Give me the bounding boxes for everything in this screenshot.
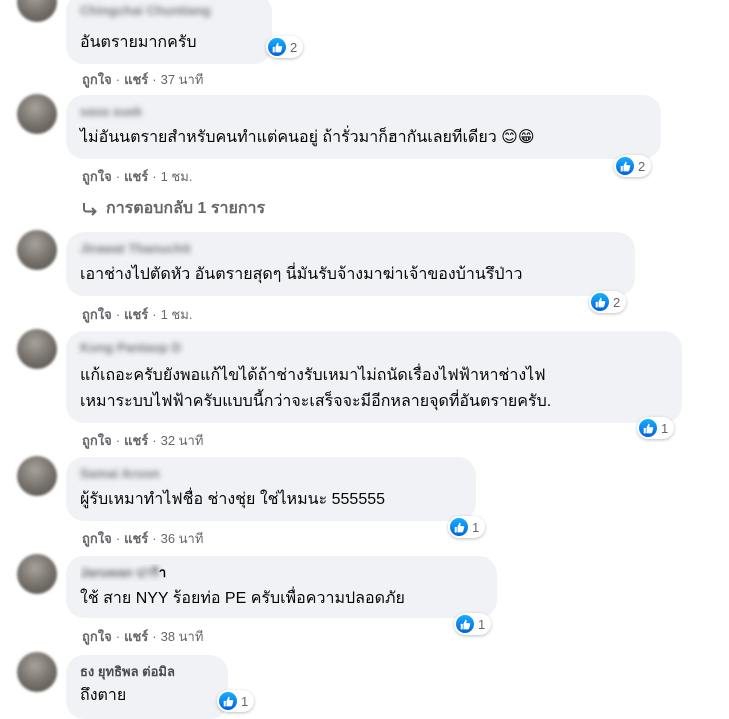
avatar[interactable] — [17, 94, 57, 134]
comment-time[interactable]: 36 นาที — [161, 531, 204, 546]
reaction-number: 1 — [661, 420, 669, 436]
avatar[interactable] — [17, 652, 57, 692]
comment-actions: ถูกใจ · แชร์ · 1 ชม. — [82, 166, 192, 187]
comment-time[interactable]: 38 นาที — [161, 629, 204, 644]
reaction-number: 1 — [241, 693, 249, 709]
comment-text: แก้เถอะครับยังพอแก้ไขได้ถ้าช่างรับเหมาไม… — [80, 367, 552, 410]
comment-bubble: Samai Aroon ผู้รับเหมาทำไฟชื่อ ช่างชุ่ย … — [66, 457, 476, 521]
comment-author[interactable]: Jaruwan ปาริา — [80, 564, 483, 582]
like-action[interactable]: ถูกใจ — [82, 72, 112, 87]
author-name-visible: า — [158, 565, 167, 580]
like-reaction-icon — [591, 293, 609, 311]
reaction-count[interactable]: 2 — [266, 36, 304, 58]
avatar[interactable] — [17, 456, 57, 496]
like-reaction-icon — [639, 419, 657, 437]
reaction-count[interactable]: 2 — [589, 291, 627, 313]
like-action[interactable]: ถูกใจ — [82, 629, 112, 644]
comment-actions: ถูกใจ · แชร์ · 32 นาที — [82, 430, 203, 451]
reaction-count[interactable]: 2 — [614, 155, 652, 177]
smile-emoji: 😊 — [501, 129, 518, 146]
like-action[interactable]: ถูกใจ — [82, 307, 112, 322]
reply-arrow-icon — [83, 202, 97, 216]
author-name: ธง ยุทธิพล ต่อมิล — [80, 664, 175, 679]
reaction-number: 2 — [613, 294, 621, 310]
comment-author[interactable]: ธง ยุทธิพล ต่อมิล — [80, 663, 214, 681]
comment-text: ไม่อันนตรายสำหรับคนทำแต่คนอยู่ ถ้ารั่วมา… — [80, 125, 647, 151]
comment-author[interactable]: Samai Aroon — [80, 465, 462, 483]
like-reaction-icon — [450, 518, 468, 536]
comment-time[interactable]: 32 นาที — [161, 433, 204, 448]
author-name-hidden: Jaruwan ปาริ — [80, 565, 159, 580]
reaction-number: 2 — [290, 39, 298, 55]
comment-author[interactable]: Jirawat Thanuchit — [80, 240, 621, 258]
separator: · — [115, 307, 121, 322]
comment-actions: ถูกใจ · แชร์ · 37 นาที — [82, 69, 203, 90]
separator: · — [152, 307, 157, 322]
reaction-count[interactable]: 1 — [217, 690, 255, 712]
avatar[interactable] — [17, 554, 57, 594]
comment-actions: ถูกใจ · แชร์ · 36 นาที — [82, 528, 203, 549]
view-replies-link[interactable]: การตอบกลับ 1 รายการ — [82, 196, 265, 221]
comment-text: ถึงตาย — [80, 687, 127, 704]
comment-bubble: Jirawat Thanuchit เอาช่างไปตัดหัว อันตรา… — [66, 232, 635, 296]
comment-time[interactable]: 1 ชม. — [161, 169, 193, 184]
replies-label: การตอบกลับ 1 รายการ — [106, 200, 266, 217]
comment-text: เอาช่างไปตัดหัว อันตรายสุดๆ นี่มันรับจ้า… — [80, 266, 523, 283]
comment-text: ผู้รับเหมาทำไฟชื่อ ช่างชุ่ย ใช่ไหมนะ 555… — [80, 491, 386, 508]
comment-text: ใช้ สาย NYY ร้อยท่อ PE ครับเพื่อความปลอด… — [80, 590, 405, 607]
comment-author[interactable]: Kong Pantaop D — [80, 339, 668, 357]
comment-time[interactable]: 37 นาที — [161, 72, 204, 87]
like-action[interactable]: ถูกใจ — [82, 433, 112, 448]
like-action[interactable]: ถูกใจ — [82, 531, 112, 546]
reaction-count[interactable]: 1 — [637, 417, 675, 439]
comment-text-body: ไม่อันนตรายสำหรับคนทำแต่คนอยู่ ถ้ารั่วมา… — [80, 129, 502, 146]
avatar[interactable] — [17, 230, 57, 270]
separator: · — [115, 531, 121, 546]
comment-bubble: ธง ยุทธิพล ต่อมิล ถึงตาย — [66, 655, 228, 719]
share-action[interactable]: แชร์ — [124, 531, 148, 546]
reaction-number: 1 — [472, 519, 480, 535]
share-action[interactable]: แชร์ — [124, 307, 148, 322]
separator: · — [115, 72, 121, 87]
share-action[interactable]: แชร์ — [124, 433, 148, 448]
reaction-count[interactable]: 1 — [448, 516, 486, 538]
comment-text: อันตรายมากครับ — [80, 34, 197, 51]
avatar[interactable] — [17, 329, 57, 369]
separator: · — [115, 629, 121, 644]
like-reaction-icon — [219, 692, 237, 710]
separator: · — [115, 169, 121, 184]
comment-bubble: Kong Pantaop D แก้เถอะครับยังพอแก้ไขได้ถ… — [66, 331, 682, 423]
comment-time[interactable]: 1 ชม. — [161, 307, 193, 322]
separator: · — [115, 433, 121, 448]
like-reaction-icon — [616, 157, 634, 175]
separator: · — [152, 629, 157, 644]
separator: · — [152, 72, 157, 87]
like-reaction-icon — [456, 615, 474, 633]
avatar[interactable] — [17, 0, 57, 22]
separator: · — [152, 531, 157, 546]
reaction-number: 2 — [638, 158, 646, 174]
share-action[interactable]: แชร์ — [124, 169, 148, 184]
share-action[interactable]: แชร์ — [124, 629, 148, 644]
separator: · — [152, 169, 157, 184]
comment-author[interactable]: sasa suek — [80, 103, 647, 121]
reaction-number: 1 — [478, 616, 486, 632]
comment-bubble: Chingchai Chuntiang อันตรายมากครับ — [66, 0, 272, 64]
share-action[interactable]: แชร์ — [124, 72, 148, 87]
reaction-count[interactable]: 1 — [454, 613, 492, 635]
like-reaction-icon — [268, 38, 286, 56]
separator: · — [152, 433, 157, 448]
comment-actions: ถูกใจ · แชร์ · 38 นาที — [82, 626, 203, 647]
comment-actions: ถูกใจ · แชร์ · 1 ชม. — [82, 304, 192, 325]
comment-author[interactable]: Chingchai Chuntiang — [80, 2, 258, 20]
grin-emoji: 😁 — [517, 129, 535, 146]
like-action[interactable]: ถูกใจ — [82, 169, 112, 184]
comment-bubble: Jaruwan ปาริา ใช้ สาย NYY ร้อยท่อ PE ครั… — [66, 556, 497, 618]
comment-bubble: sasa suek ไม่อันนตรายสำหรับคนทำแต่คนอยู่… — [66, 95, 661, 159]
